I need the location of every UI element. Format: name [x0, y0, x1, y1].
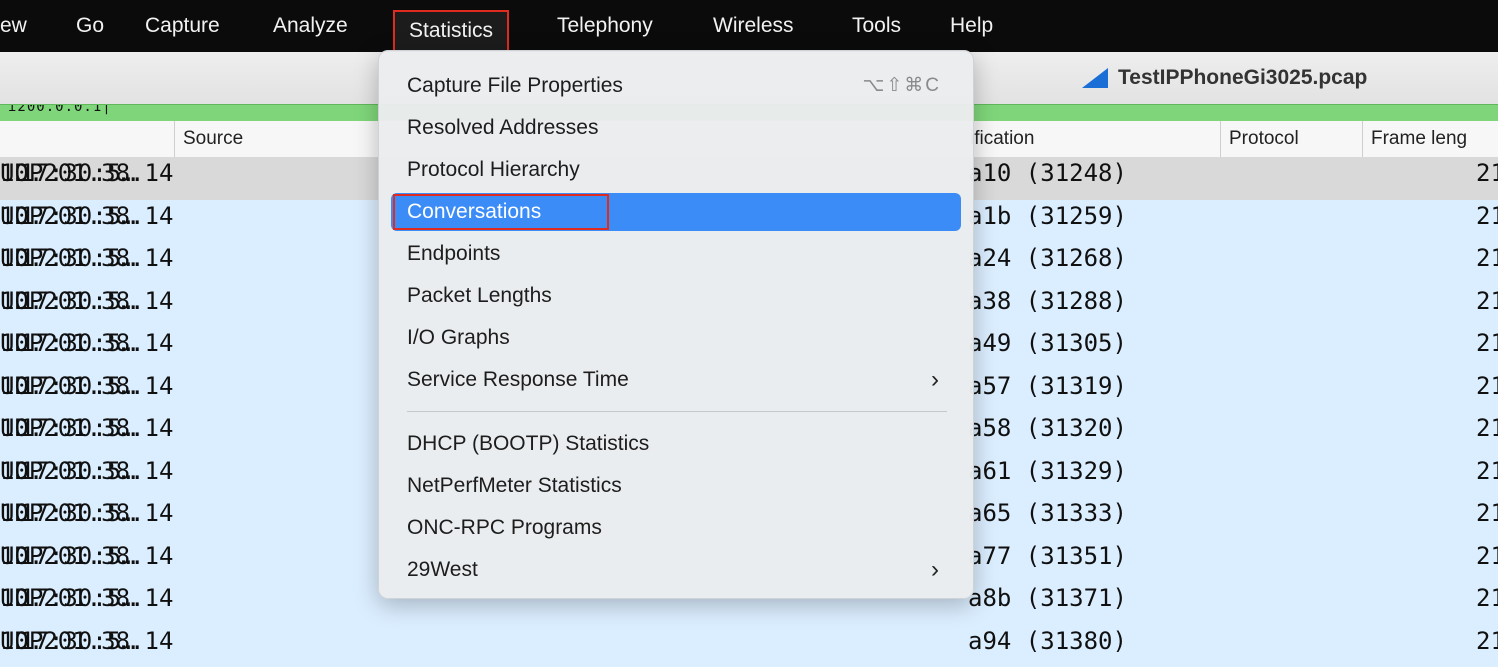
- packet-identification: a58 (31320): [968, 414, 1127, 442]
- chevron-right-icon: ›: [931, 361, 939, 399]
- menu-item-service-response-time[interactable]: Service Response Time ›: [391, 361, 961, 399]
- menu-item-label: Packet Lengths: [407, 277, 552, 315]
- menu-view[interactable]: ew: [0, 0, 27, 52]
- wireshark-fin-icon: [1082, 68, 1108, 88]
- menu-item-label: 29West: [407, 551, 478, 589]
- packet-identification: a24 (31268): [968, 244, 1127, 272]
- packet-identification: a61 (31329): [968, 457, 1127, 485]
- packet-identification: a38 (31288): [968, 287, 1127, 315]
- menu-item-packet-lengths[interactable]: Packet Lengths: [391, 277, 961, 315]
- packet-identification: a57 (31319): [968, 372, 1127, 400]
- statistics-menu: Capture File Properties ⌥⇧⌘C Resolved Addr…: [378, 50, 974, 599]
- menu-item-netperfmeter-statistics[interactable]: NetPerfMeter Statistics: [391, 467, 961, 505]
- packet-protocol: UDP: [0, 499, 43, 527]
- window-title-text: TestIPPhoneGi3025.pcap: [1118, 66, 1367, 89]
- menu-item-onc-rpc-programs[interactable]: ONC-RPC Programs: [391, 509, 961, 547]
- menu-item-dhcp-bootp-statistics[interactable]: DHCP (BOOTP) Statistics: [391, 425, 961, 463]
- keyboard-shortcut: ⌥⇧⌘C: [862, 67, 941, 105]
- packet-length: 21: [1476, 584, 1498, 612]
- packet-length: 21: [1476, 414, 1498, 442]
- packet-protocol: UDP: [0, 244, 43, 272]
- annotation-highlight-box: [393, 194, 609, 230]
- packet-length: 21: [1476, 159, 1498, 187]
- menu-bar: ew Go Capture Analyze Statistics Telepho…: [0, 0, 1498, 52]
- packet-protocol: UDP: [0, 542, 43, 570]
- packet-length: 21: [1476, 287, 1498, 315]
- menu-separator: [407, 411, 947, 412]
- packet-identification: a65 (31333): [968, 499, 1127, 527]
- packet-protocol: UDP: [0, 457, 43, 485]
- menu-item-capture-file-properties[interactable]: Capture File Properties ⌥⇧⌘C: [391, 67, 961, 105]
- packet-identification: a77 (31351): [968, 542, 1127, 570]
- column-frame-length[interactable]: Frame leng: [1362, 121, 1498, 157]
- menu-item-endpoints[interactable]: Endpoints: [391, 235, 961, 273]
- column-identification[interactable]: ification: [962, 121, 1220, 157]
- menu-item-label: ONC-RPC Programs: [407, 509, 602, 547]
- menu-item-label: Capture File Properties: [407, 67, 623, 105]
- menu-analyze[interactable]: Analyze: [273, 0, 348, 52]
- column-protocol[interactable]: Protocol: [1220, 121, 1359, 157]
- packet-length: 21: [1476, 627, 1498, 655]
- menu-item-resolved-addresses[interactable]: Resolved Addresses: [391, 109, 961, 147]
- packet-protocol: UDP: [0, 627, 43, 655]
- packet-protocol: UDP: [0, 159, 43, 187]
- menu-item-label: Resolved Addresses: [407, 109, 598, 147]
- menu-help[interactable]: Help: [950, 0, 993, 52]
- menu-item-label: I/O Graphs: [407, 319, 510, 357]
- packet-length: 21: [1476, 372, 1498, 400]
- menu-item-label: NetPerfMeter Statistics: [407, 467, 622, 505]
- menu-item-i-o-graphs[interactable]: I/O Graphs: [391, 319, 961, 357]
- menu-item-protocol-hierarchy[interactable]: Protocol Hierarchy: [391, 151, 961, 189]
- display-filter-text: ɪ200.0.0.1|: [8, 104, 112, 115]
- menu-go[interactable]: Go: [76, 0, 104, 52]
- menu-item-label: Protocol Hierarchy: [407, 151, 580, 189]
- column-source[interactable]: Source: [174, 121, 383, 157]
- menu-item-29west[interactable]: 29West ›: [391, 551, 961, 589]
- packet-protocol: UDP: [0, 414, 43, 442]
- menu-statistics[interactable]: Statistics: [393, 10, 509, 52]
- packet-length: 21: [1476, 244, 1498, 272]
- window-title: TestIPPhoneGi3025.pcap: [1082, 62, 1367, 94]
- menu-item-conversations[interactable]: Conversations: [391, 193, 961, 231]
- menu-telephony[interactable]: Telephony: [557, 0, 653, 52]
- packet-protocol: UDP: [0, 329, 43, 357]
- packet-identification: a10 (31248): [968, 159, 1127, 187]
- packet-identification: a1b (31259): [968, 202, 1127, 230]
- packet-protocol: UDP: [0, 584, 43, 612]
- packet-length: 21: [1476, 329, 1498, 357]
- menu-tools[interactable]: Tools: [852, 0, 901, 52]
- menu-item-label: Endpoints: [407, 235, 500, 273]
- packet-protocol: UDP: [0, 372, 43, 400]
- table-row[interactable]: 17:30:5…10.201.38.14a94 (31380)UDP21: [0, 625, 1498, 667]
- menu-item-label: Service Response Time: [407, 361, 629, 399]
- packet-length: 21: [1476, 457, 1498, 485]
- menu-capture[interactable]: Capture: [145, 0, 220, 52]
- chevron-right-icon: ›: [931, 551, 939, 589]
- menu-item-label: DHCP (BOOTP) Statistics: [407, 425, 649, 463]
- packet-length: 21: [1476, 202, 1498, 230]
- packet-length: 21: [1476, 542, 1498, 570]
- menu-wireless[interactable]: Wireless: [713, 0, 794, 52]
- packet-identification: a8b (31371): [968, 584, 1127, 612]
- packet-identification: a94 (31380): [968, 627, 1127, 655]
- packet-protocol: UDP: [0, 287, 43, 315]
- packet-protocol: UDP: [0, 202, 43, 230]
- packet-identification: a49 (31305): [968, 329, 1127, 357]
- packet-length: 21: [1476, 499, 1498, 527]
